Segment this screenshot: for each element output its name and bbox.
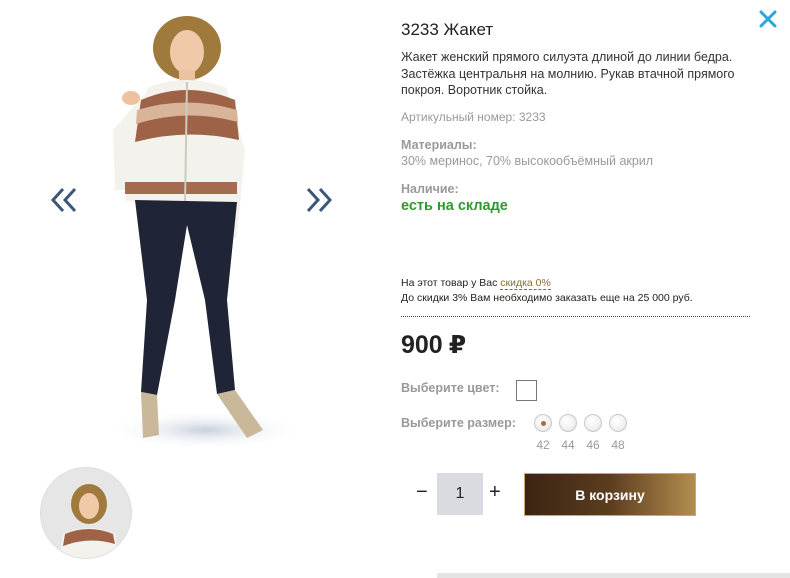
quantity-decrease-button[interactable]: − <box>416 482 428 502</box>
sku-line: Артикульный номер: 3233 <box>401 110 546 124</box>
size-radio[interactable] <box>609 414 627 432</box>
product-main-image <box>95 10 305 458</box>
price-currency: ₽ <box>448 331 467 359</box>
discount-prefix: На этот товар у Вас <box>401 277 498 289</box>
size-option[interactable]: 42 <box>534 414 554 452</box>
double-chevron-right-icon <box>306 187 333 213</box>
size-radio[interactable] <box>584 414 602 432</box>
size-number: 44 <box>561 438 575 452</box>
size-option[interactable]: 44 <box>559 414 579 452</box>
product-quick-view: 3233 Жакет Жакет женский прямого силуэта… <box>0 0 790 578</box>
size-option[interactable]: 46 <box>584 414 604 452</box>
discount-info: На этот товар у Вас скидка 0% <box>401 277 551 290</box>
color-swatch[interactable] <box>516 380 537 401</box>
scrollbar-track[interactable] <box>437 573 790 578</box>
quantity-increase-button[interactable]: + <box>489 482 501 502</box>
close-icon <box>759 10 777 28</box>
size-option[interactable]: 48 <box>609 414 629 452</box>
product-title: 3233 Жакет <box>401 20 494 39</box>
product-gallery <box>0 0 380 578</box>
gallery-next-button[interactable] <box>301 183 335 217</box>
divider <box>401 316 750 317</box>
availability-label: Наличие: <box>401 182 459 196</box>
materials-label: Материалы: <box>401 138 477 152</box>
size-label: Выберите размер: <box>401 416 516 430</box>
discount-link[interactable]: скидка 0% <box>500 277 551 290</box>
add-to-cart-button[interactable]: В корзину <box>524 473 696 516</box>
price-amount: 900 <box>401 331 443 359</box>
product-description: Жакет женский прямого силуэта длиной до … <box>401 50 735 97</box>
close-button[interactable] <box>757 8 779 30</box>
size-number: 46 <box>586 438 600 452</box>
discount-threshold: До скидки 3% Вам необходимо заказать еще… <box>401 292 693 304</box>
sku-label: Артикульный номер: <box>401 110 516 124</box>
sku-value: 3233 <box>518 110 546 124</box>
quantity-input[interactable] <box>437 473 483 515</box>
color-label: Выберите цвет: <box>401 381 500 395</box>
size-radio[interactable] <box>534 414 552 432</box>
gallery-prev-button[interactable] <box>48 183 82 217</box>
size-number: 42 <box>536 438 550 452</box>
size-number: 48 <box>611 438 625 452</box>
size-radio[interactable] <box>559 414 577 432</box>
availability-value: есть на складе <box>401 198 508 214</box>
materials-value: 30% меринос, 70% высокообъёмный акрил <box>401 154 654 168</box>
product-thumbnail[interactable] <box>40 467 132 559</box>
double-chevron-left-icon <box>50 187 77 213</box>
price: 900 ₽ <box>401 330 466 360</box>
